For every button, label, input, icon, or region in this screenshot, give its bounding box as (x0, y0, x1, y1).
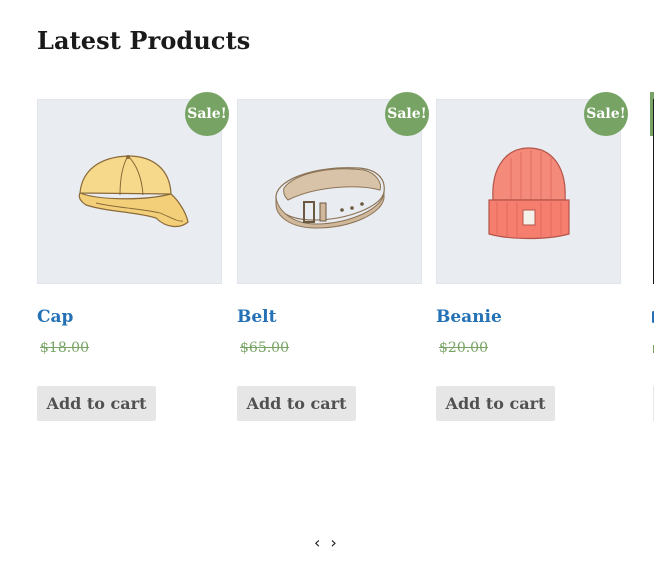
product-name[interactable]: Cap (37, 307, 73, 327)
product-price: $20.00 (439, 340, 488, 356)
add-to-cart-button[interactable]: Add to cart (237, 386, 356, 421)
add-to-cart-button[interactable]: Add to cart (37, 386, 156, 421)
add-to-cart-button[interactable]: Add to cart (436, 386, 555, 421)
sale-badge: Sale! (385, 92, 429, 136)
product-name[interactable]: Belt (237, 307, 277, 327)
sale-badge: Sale! (185, 92, 229, 136)
section-title: Latest Products (37, 26, 251, 55)
product-price: $65.00 (240, 340, 289, 356)
product-card-partial[interactable] (650, 92, 654, 429)
carousel-next-icon[interactable]: › (330, 533, 336, 553)
carousel-controls: ‹ › (314, 533, 337, 553)
carousel-prev-icon[interactable]: ‹ (314, 533, 320, 553)
product-price: $18.00 (40, 340, 89, 356)
sale-badge: Sale! (584, 92, 628, 136)
product-name[interactable]: Beanie (436, 307, 502, 327)
